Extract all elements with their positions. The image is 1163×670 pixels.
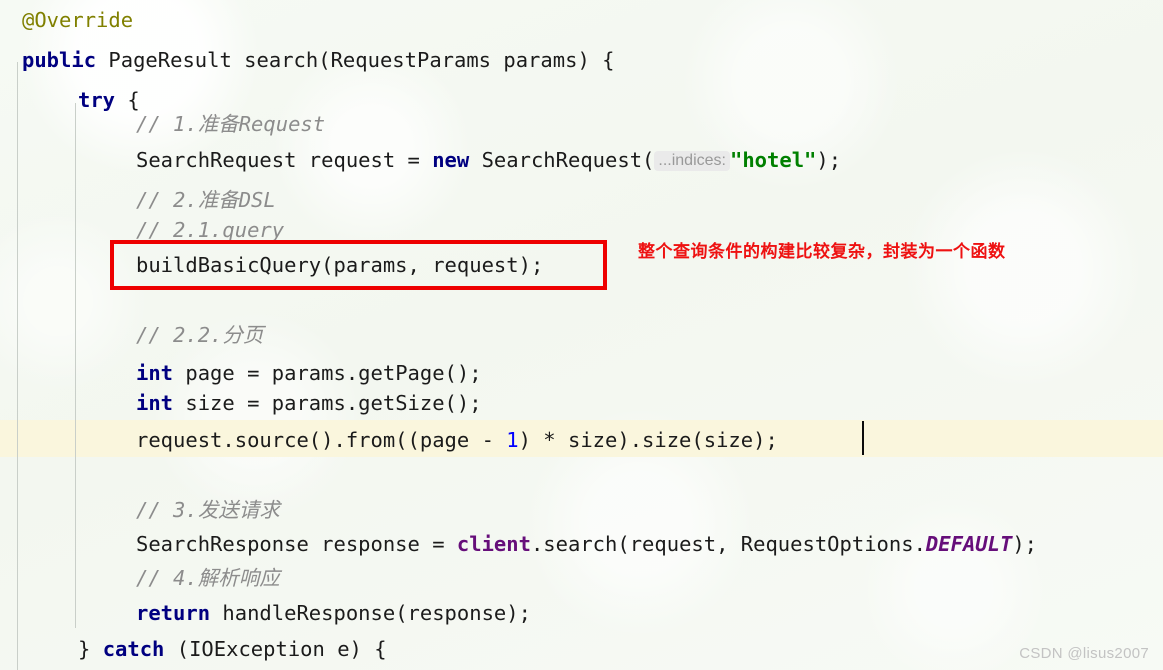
code-editor-screenshot: @Override public PageResult search(Reque… <box>0 0 1163 670</box>
number-literal-1: 1 <box>506 428 519 452</box>
code-line-18[interactable]: return handleResponse(response); <box>0 593 1163 633</box>
red-annotation-note: 整个查询条件的构建比较复杂，封装为一个函数 <box>638 242 1006 262</box>
code-line-12[interactable]: int size = params.getSize(); <box>0 383 1163 423</box>
code-line-4[interactable]: // 1.准备Request <box>0 104 1163 144</box>
line16-tail: ); <box>1012 532 1038 556</box>
comment-prepare-dsl: // 2.准备DSL <box>136 188 276 212</box>
csdn-watermark: CSDN @lisus2007 <box>1019 645 1149 662</box>
type-pageresult: PageResult <box>96 48 245 72</box>
code-line-17[interactable]: // 4.解析响应 <box>0 558 1163 598</box>
code-line-19[interactable]: } catch (IOException e) { <box>0 629 1163 669</box>
comment-query: // 2.1.query <box>136 218 285 242</box>
decl-searchrequest: SearchRequest request = <box>136 148 433 172</box>
comment-send-request: // 3.发送请求 <box>136 498 280 522</box>
code-line-13[interactable]: request.source().from((page - 1) * size)… <box>0 420 1163 460</box>
static-field-default: DEFAULT <box>925 532 1013 556</box>
keyword-int-size: int <box>136 391 174 415</box>
inlay-param-hint-indices: ...indices: <box>654 151 730 171</box>
code-content[interactable]: @Override public PageResult search(Reque… <box>0 0 1163 670</box>
method-name-search: search <box>244 48 319 72</box>
text-caret <box>862 421 864 455</box>
line5-tail: ); <box>816 148 842 172</box>
comment-prepare-request: // 1.准备Request <box>136 112 326 136</box>
annotation-override: @Override <box>22 8 134 32</box>
keyword-new: new <box>432 148 470 172</box>
keyword-return: return <box>136 601 211 625</box>
comment-pagination: // 2.2.分页 <box>136 323 264 347</box>
field-client: client <box>456 532 531 556</box>
code-line-2[interactable]: public PageResult search(RequestParams p… <box>0 40 1163 80</box>
close-brace-try: } <box>78 637 103 661</box>
catch-clause-ioexception: (IOException e) { <box>164 637 387 661</box>
keyword-catch: catch <box>102 637 165 661</box>
call-handleresponse: handleResponse(response); <box>210 601 531 625</box>
call-client-search: .search(request, RequestOptions. <box>530 532 926 556</box>
code-line-10[interactable]: // 2.2.分页 <box>0 315 1163 355</box>
ctor-searchrequest: SearchRequest( <box>469 148 655 172</box>
keyword-int-page: int <box>136 361 174 385</box>
line2-tail: ) { <box>577 48 615 72</box>
comment-parse-response: // 4.解析响应 <box>136 566 280 590</box>
code-line-1[interactable]: @Override <box>0 0 1163 40</box>
string-literal-hotel: "hotel" <box>729 148 817 172</box>
open-paren: ( <box>318 48 331 72</box>
param-type-requestparams: RequestParams <box>330 48 492 72</box>
stmt-source-from-pre: request.source().from((page - <box>136 428 507 452</box>
param-name-params: params <box>491 48 578 72</box>
stmt-get-size: size = params.getSize(); <box>173 391 482 415</box>
call-buildbasicquery: buildBasicQuery(params, request); <box>136 253 544 277</box>
code-line-5[interactable]: SearchRequest request = new SearchReques… <box>0 140 1163 180</box>
keyword-public: public <box>22 48 97 72</box>
stmt-get-page: page = params.getPage(); <box>173 361 482 385</box>
decl-searchresponse: SearchResponse response = <box>136 532 457 556</box>
stmt-source-from-post: ) * size).size(size); <box>518 428 778 452</box>
